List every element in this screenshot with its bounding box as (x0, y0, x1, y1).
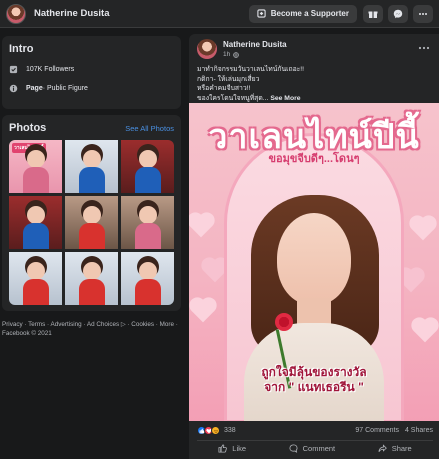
heart-decoration (413, 319, 437, 343)
more-options-button[interactable] (413, 4, 433, 23)
gift-icon (368, 11, 378, 18)
share-count[interactable]: 4 Shares (405, 427, 433, 434)
post-timestamp[interactable]: 1h (223, 51, 230, 58)
footer-copyright: Facebook © 2021 (2, 330, 52, 337)
post-timestamp-row: 1h (223, 51, 287, 58)
image-prize-text: ถูกใจมีลุ้นของรางวัล จาก " แนทเธอรีน " (189, 365, 439, 395)
image-prize-line: ถูกใจมีลุ้นของรางวัล (261, 365, 367, 379)
post-options-button[interactable] (418, 42, 430, 53)
intro-card: Intro 107K Followers Page · Public Figur… (2, 36, 181, 109)
photo-thumbnail[interactable] (121, 196, 174, 249)
supporter-badge-icon (257, 9, 266, 18)
post-text-line: มาทำกิจกรรมวันวาเลนไทน์กันเถอะ!! (197, 66, 305, 73)
heart-decoration (189, 214, 213, 238)
photo-thumbnail[interactable] (65, 196, 118, 249)
photo-thumbnail[interactable] (65, 140, 118, 193)
footer-links[interactable]: Privacy · Terms · Advertising · Ad Choic… (2, 320, 182, 329)
become-supporter-label: Become a Supporter (270, 9, 349, 18)
followers-row: 107K Followers (9, 65, 174, 74)
globe-icon (233, 51, 239, 58)
post-image[interactable]: วาเลนไทน์ปีนี้ ขอมุขจีบดีๆ...โดนๆ ถูกใจม… (189, 103, 439, 421)
page-category: · Public Figure (42, 85, 88, 92)
photos-title: Photos (9, 122, 47, 134)
photo-thumbnail[interactable] (121, 140, 174, 193)
comment-label: Comment (302, 444, 336, 453)
reaction-count[interactable]: 338 (224, 427, 236, 434)
post-author-avatar[interactable] (197, 39, 217, 59)
comment-button[interactable]: Comment (289, 444, 336, 453)
heart-decoration (191, 299, 215, 323)
like-label: Like (232, 444, 247, 453)
post-text-line: ของใครโดนใจหนูที่สุด... (197, 94, 269, 102)
page-type-row: Page · Public Figure (9, 84, 174, 93)
post-author-name[interactable]: Natherine Dusita (223, 40, 287, 49)
like-button[interactable]: Like (218, 444, 246, 453)
photos-card: Photos See All Photos วาเลนไทน์ปีนี้ (2, 115, 181, 311)
post-card: Natherine Dusita 1h มาทำกิจกรรมวันวาเลนไ… (189, 34, 439, 459)
intro-title: Intro (9, 43, 34, 55)
become-supporter-button[interactable]: Become a Supporter (248, 4, 357, 23)
post-text-line: กติกา- ให้เล่นมุกเสี่ยว (197, 75, 260, 83)
photos-header: Photos See All Photos (9, 122, 174, 134)
post-actions: Like Comment Share (197, 444, 433, 453)
image-prize-line: จาก " แนทเธอรีน " (264, 380, 364, 394)
see-all-photos-link[interactable]: See All Photos (125, 124, 174, 133)
messenger-button[interactable] (388, 4, 408, 23)
page-footer: Privacy · Terms · Advertising · Ad Choic… (2, 320, 182, 338)
page-avatar[interactable] (6, 3, 26, 24)
post-divider (197, 440, 433, 441)
photo-thumbnail[interactable] (9, 252, 62, 305)
thumbs-up-icon (218, 444, 228, 453)
more-dots-icon (418, 46, 430, 50)
photo-thumbnail[interactable]: วาเลนไทน์ปีนี้ (9, 140, 62, 193)
heart-decoration (203, 259, 227, 283)
post-text-line: หรือคำคมจีบสาว!! (197, 85, 251, 92)
page-type-label: Page (26, 85, 43, 92)
portrait-face (277, 213, 351, 305)
comment-count[interactable]: 97 Comments (355, 427, 399, 434)
messenger-icon (393, 9, 403, 18)
care-reaction-icon[interactable] (211, 426, 220, 435)
gift-button[interactable] (363, 4, 383, 23)
comment-icon (289, 444, 298, 453)
page-top-bar: Natherine Dusita Become a Supporter (0, 0, 439, 28)
reactions-bar: 338 97 Comments 4 Shares (197, 426, 433, 435)
post-header: Natherine Dusita 1h (197, 39, 287, 59)
post-body-text: มาทำกิจกรรมวันวาเลนไทน์กันเถอะ!! กติกา- … (197, 65, 433, 103)
post-meta: Natherine Dusita 1h (223, 40, 287, 58)
followers-count[interactable]: 107K Followers (26, 66, 74, 73)
photo-thumbnail[interactable] (65, 252, 118, 305)
heart-decoration (411, 217, 435, 241)
rose-icon (275, 313, 293, 331)
share-arrow-icon (378, 444, 387, 452)
info-icon (9, 84, 18, 93)
photo-grid: วาเลนไทน์ปีนี้ (9, 140, 174, 305)
page-name[interactable]: Natherine Dusita (34, 8, 110, 19)
image-subheadline: ขอมุขจีบดีๆ...โดนๆ (268, 153, 360, 165)
share-button[interactable]: Share (378, 444, 412, 453)
followers-icon (9, 65, 18, 74)
photo-thumbnail[interactable] (121, 252, 174, 305)
photo-thumbnail[interactable] (9, 196, 62, 249)
post-text-last-line: ของใครโดนใจหนูที่สุด... See More (197, 94, 433, 104)
see-more-link[interactable]: See More (270, 95, 300, 102)
share-label: Share (391, 444, 412, 453)
more-dots-icon (419, 12, 427, 15)
